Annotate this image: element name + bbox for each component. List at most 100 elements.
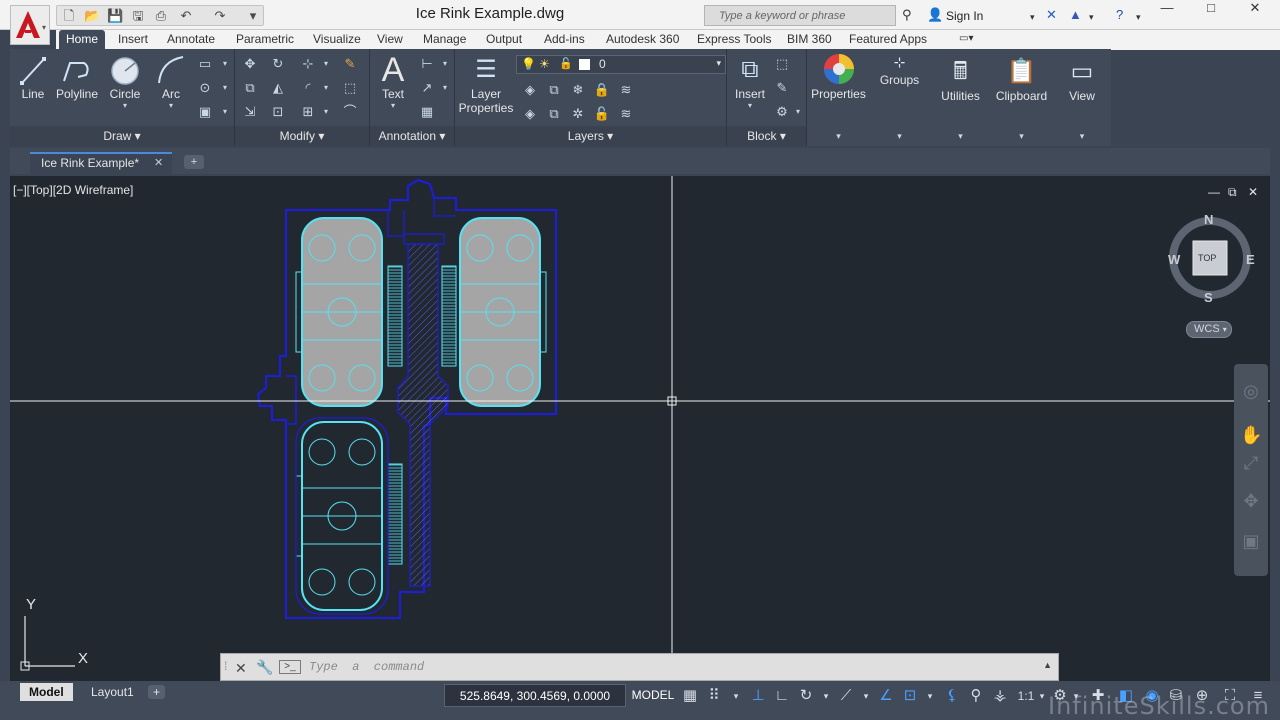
rectangle-icon[interactable]: ▭ (196, 55, 214, 73)
insert-button[interactable]: ⧉ Insert ▾ (731, 53, 769, 110)
chevron-down-icon[interactable]: ▾ (317, 79, 335, 97)
infer-constraints-icon[interactable]: ⊥ (748, 686, 768, 706)
layer-lock-icon[interactable]: 🔒 (593, 81, 611, 99)
chevron-down-icon[interactable]: ▾ (216, 79, 234, 97)
exchange-apps-icon[interactable]: ✕ (1046, 8, 1057, 22)
chevron-down-icon[interactable]: ▾ (436, 55, 454, 73)
layer-isolate-icon[interactable]: ⧉ (545, 81, 563, 99)
model-space-button[interactable]: MODEL (628, 684, 678, 707)
tab-visualize[interactable]: Visualize (306, 30, 368, 50)
arc-dropdown-icon[interactable]: ▾ (154, 101, 188, 110)
new-tab-button[interactable]: + (184, 155, 204, 169)
snap-icon[interactable]: ⠿ (704, 686, 724, 706)
tab-add-ins[interactable]: Add-ins (537, 30, 592, 50)
create-block-icon[interactable]: ⬚ (773, 55, 791, 73)
insert-dropdown-icon[interactable]: ▾ (731, 101, 769, 110)
line-button[interactable]: Line (16, 53, 50, 101)
tab-layout1[interactable]: Layout1 (82, 683, 143, 701)
layer-thaw-icon[interactable]: ✲ (569, 105, 587, 123)
compass-north[interactable]: N (1204, 212, 1213, 227)
modify-panel-title[interactable]: Modify ▾ (235, 126, 369, 146)
layer-freeze-icon[interactable]: ❄ (569, 81, 587, 99)
tab-parametric[interactable]: Parametric (229, 30, 301, 50)
tab-bim-360[interactable]: BIM 360 (780, 30, 839, 50)
clipboard-panel-button[interactable]: 📋 Clipboard ▾ (992, 49, 1051, 146)
compass-west[interactable]: W (1168, 252, 1180, 267)
chevron-down-icon[interactable]: ▾ (816, 686, 836, 706)
chevron-down-icon[interactable]: ▾ (1030, 10, 1035, 24)
scale-icon[interactable]: ⊡ (269, 103, 287, 121)
tab-annotate[interactable]: Annotate (160, 30, 222, 50)
hatch-icon[interactable]: ⊙ (196, 79, 214, 97)
zoom-extents-icon[interactable]: ⤢ (1240, 452, 1262, 474)
command-close-icon[interactable]: ✕ (235, 660, 247, 677)
mirror-icon[interactable]: ◭ (269, 79, 287, 97)
viewcube[interactable]: N S E W TOP (1158, 206, 1258, 306)
groups-panel-button[interactable]: ⊹ Groups ▾ (870, 49, 929, 146)
qat-customize-icon[interactable]: ▾ (245, 9, 261, 23)
chevron-down-icon[interactable]: ▾ (789, 103, 807, 121)
layer-walk-icon[interactable]: ⧉ (545, 105, 563, 123)
chevron-down-icon[interactable]: ▾ (317, 55, 335, 73)
annotation-visibility-icon[interactable]: ⚸ (942, 686, 962, 706)
layers-panel-title[interactable]: Layers ▾ (455, 126, 726, 146)
minimize-icon[interactable]: — (1152, 0, 1182, 18)
search-box[interactable] (704, 5, 896, 26)
command-customize-icon[interactable]: 🔧 (256, 659, 273, 676)
tab-home[interactable]: Home (59, 30, 106, 50)
layer-properties-button[interactable]: ☰ Layer Properties (457, 53, 515, 115)
tab-output[interactable]: Output (479, 30, 529, 50)
compass-south[interactable]: S (1204, 290, 1213, 305)
move-icon[interactable]: ✥ (241, 55, 259, 73)
object-snap-icon[interactable]: ⊡ (900, 686, 920, 706)
offset-icon[interactable]: ⌒ (341, 103, 359, 121)
block-panel-title[interactable]: Block ▾ (727, 126, 806, 146)
region-icon[interactable]: ▣ (196, 103, 214, 121)
tab-view[interactable]: View (370, 30, 410, 50)
annotation-scale-icon[interactable]: ⚶ (990, 686, 1010, 706)
table-icon[interactable]: ▦ (418, 103, 436, 121)
compass-east[interactable]: E (1246, 252, 1255, 267)
chevron-down-icon[interactable]: ▾ (1089, 10, 1094, 24)
copy-icon[interactable]: ⧉ (241, 79, 259, 97)
ribbon-minimize-toggle-icon[interactable]: ▭▾ (952, 30, 980, 50)
tab-manage[interactable]: Manage (416, 30, 473, 50)
chevron-down-icon[interactable]: ▾ (920, 686, 940, 706)
annotation-panel-title[interactable]: Annotation ▾ (370, 126, 454, 146)
print-icon[interactable]: ⎙ (153, 9, 169, 23)
trim-icon[interactable]: ⊹ (299, 55, 317, 73)
layer-off-icon[interactable]: ◈ (521, 81, 539, 99)
layer-dropdown[interactable]: 💡 ☀ 🔓 0 ▾ (516, 55, 726, 74)
auto-scale-icon[interactable]: ⚲ (966, 686, 986, 706)
close-tab-icon[interactable]: ✕ (154, 154, 163, 172)
application-menu-button[interactable]: ▾ (10, 5, 50, 45)
steering-wheel-icon[interactable]: ◎ (1240, 380, 1262, 402)
autodesk-360-icon[interactable]: ▲ (1069, 8, 1082, 22)
chevron-down-icon[interactable]: ▾ (216, 103, 234, 121)
arc-button[interactable]: Arc ▾ (154, 53, 188, 110)
save-icon[interactable]: 💾 (107, 9, 123, 23)
tab-autodesk-360[interactable]: Autodesk 360 (599, 30, 686, 50)
view-panel-button[interactable]: ▭ View ▾ (1053, 49, 1111, 146)
dimension-icon[interactable]: ⊢ (418, 55, 436, 73)
text-button[interactable]: A Text ▾ (374, 53, 412, 110)
command-recent-icon[interactable]: >_ (279, 660, 301, 674)
ortho-icon[interactable]: ∟ (772, 686, 792, 706)
command-line-grip-icon[interactable]: ⁞ (224, 659, 227, 673)
circle-button[interactable]: Circle ▾ (108, 53, 142, 110)
edit-block-icon[interactable]: ✎ (773, 79, 791, 97)
erase-icon[interactable]: ✎ (341, 55, 359, 73)
undo-icon[interactable]: ↶ (178, 9, 194, 23)
close-icon[interactable]: ✕ (1240, 0, 1270, 18)
save-as-icon[interactable]: 🖫 (130, 9, 146, 23)
help-icon[interactable]: ? (1116, 8, 1123, 22)
orbit-icon[interactable]: ✥ (1240, 490, 1262, 512)
layer-unlock-icon[interactable]: 🔓 (593, 105, 611, 123)
leader-icon[interactable]: ↗ (418, 79, 436, 97)
tab-express-tools[interactable]: Express Tools (690, 30, 778, 50)
explode-icon[interactable]: ⬚ (341, 79, 359, 97)
command-input[interactable] (309, 658, 1029, 676)
tab-model[interactable]: Model (20, 683, 73, 701)
make-current-icon[interactable]: ◈ (521, 105, 539, 123)
properties-panel-button[interactable]: Properties ▾ (809, 49, 868, 146)
